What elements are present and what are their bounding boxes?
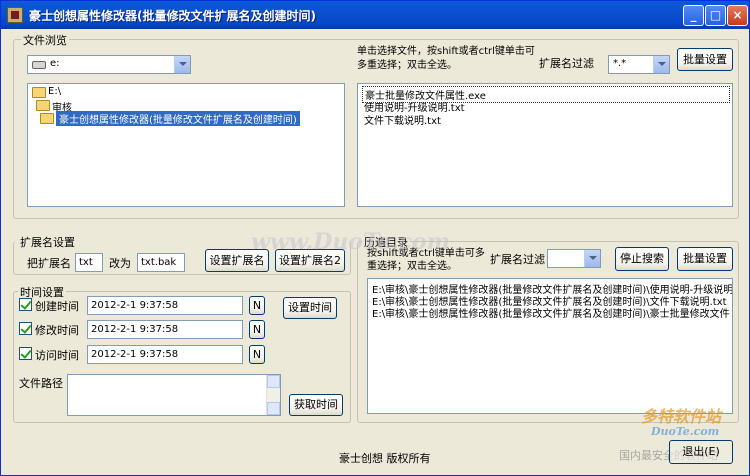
drive-select[interactable]: e: <box>27 55 191 74</box>
watermark-logo: 多特软件站 <box>641 407 722 426</box>
file-browse-label: 文件浏览 <box>21 32 69 48</box>
folder-icon <box>36 100 50 111</box>
filter-label: 扩展名过滤 <box>539 57 594 70</box>
modify-time-checkbox[interactable] <box>19 322 32 335</box>
file-list[interactable]: 豪士批量修改文件属性.exe 使用说明-升级说明.txt 文件下载说明.txt <box>357 83 733 207</box>
history-batch-button[interactable]: 批量设置 <box>677 247 733 271</box>
get-time-button[interactable]: 获取时间 <box>289 394 343 416</box>
folder-open-icon <box>40 113 54 124</box>
chevron-down-icon[interactable] <box>174 56 190 73</box>
chevron-down-icon[interactable] <box>584 250 600 267</box>
history-filter-select[interactable] <box>547 249 601 268</box>
filter-select[interactable]: *.* <box>608 55 670 74</box>
scroll-up-icon[interactable] <box>267 375 280 388</box>
app-window: 豪士创想属性修改器(批量修改文件扩展名及创建时间) _ □ × 文件浏览 e: … <box>0 0 750 476</box>
ext-to-label: 改为 <box>109 257 131 270</box>
watermark-center: www.DuoTe.com <box>251 229 450 255</box>
history-item[interactable]: E:\审核\豪士创想属性修改器(批量修改文件扩展名及创建时间)\豪士批量修改文件 <box>372 305 730 320</box>
access-time-now-button[interactable]: N <box>249 345 265 364</box>
create-time-label: 创建时间 <box>35 300 79 313</box>
path-scrollbar[interactable] <box>266 375 280 415</box>
watermark-url: DuoTe.com <box>651 425 720 438</box>
title-bar[interactable]: 豪士创想属性修改器(批量修改文件扩展名及创建时间) _ □ × <box>1 1 749 29</box>
modify-time-label: 修改时间 <box>35 324 79 337</box>
set-time-button[interactable]: 设置时间 <box>283 297 337 319</box>
create-time-checkbox[interactable] <box>19 298 32 311</box>
stop-search-button[interactable]: 停止搜索 <box>615 247 669 271</box>
chevron-down-icon[interactable] <box>653 56 669 73</box>
ext-from-input[interactable]: txt <box>75 253 103 272</box>
access-time-checkbox[interactable] <box>19 347 32 360</box>
window-title: 豪士创想属性修改器(批量修改文件扩展名及创建时间) <box>29 9 316 23</box>
create-time-now-button[interactable]: N <box>249 296 265 315</box>
batch-set-button[interactable]: 批量设置 <box>677 48 733 71</box>
history-filter-label: 扩展名过滤 <box>490 253 545 266</box>
create-time-input[interactable]: 2012-2-1 9:37:58 <box>87 296 243 315</box>
ext-settings-label: 扩展名设置 <box>18 234 77 250</box>
drive-value: e: <box>50 58 60 69</box>
access-time-input[interactable]: 2012-2-1 9:37:58 <box>87 345 243 364</box>
ext-from-label: 把扩展名 <box>27 257 71 270</box>
close-button[interactable]: × <box>727 5 748 26</box>
file-path-label: 文件路径 <box>19 377 63 390</box>
file-hint: 单击选择文件，按shift或者ctrl键单击可多重选择；双击全选。 <box>357 46 535 71</box>
copyright-text: 豪士创想 版权所有 <box>339 452 431 465</box>
drive-icon <box>32 61 46 69</box>
filter-value: *.* <box>613 58 627 69</box>
file-path-textarea[interactable] <box>67 374 281 416</box>
minimize-button[interactable]: _ <box>683 5 704 26</box>
exit-button[interactable]: 退出(E) <box>669 440 733 464</box>
modify-time-input[interactable]: 2012-2-1 9:37:58 <box>87 320 243 339</box>
modify-time-now-button[interactable]: N <box>249 320 265 339</box>
tree-item-selected[interactable]: 豪士创想属性修改器(批量修改文件扩展名及创建时间) <box>56 111 300 126</box>
folder-icon <box>32 87 46 98</box>
access-time-label: 访问时间 <box>35 349 79 362</box>
ext-to-input[interactable]: txt.bak <box>137 253 185 272</box>
folder-tree[interactable]: E:\ 审核 豪士创想属性修改器(批量修改文件扩展名及创建时间) <box>27 83 345 207</box>
app-icon <box>7 7 23 23</box>
file-item[interactable]: 文件下载说明.txt <box>364 112 441 127</box>
maximize-button[interactable]: □ <box>705 5 726 26</box>
tree-item-root[interactable]: E:\ <box>48 86 61 97</box>
scroll-down-icon[interactable] <box>267 402 280 415</box>
history-list[interactable]: E:\审核\豪士创想属性修改器(批量修改文件扩展名及创建时间)\使用说明-升级说… <box>367 278 733 414</box>
